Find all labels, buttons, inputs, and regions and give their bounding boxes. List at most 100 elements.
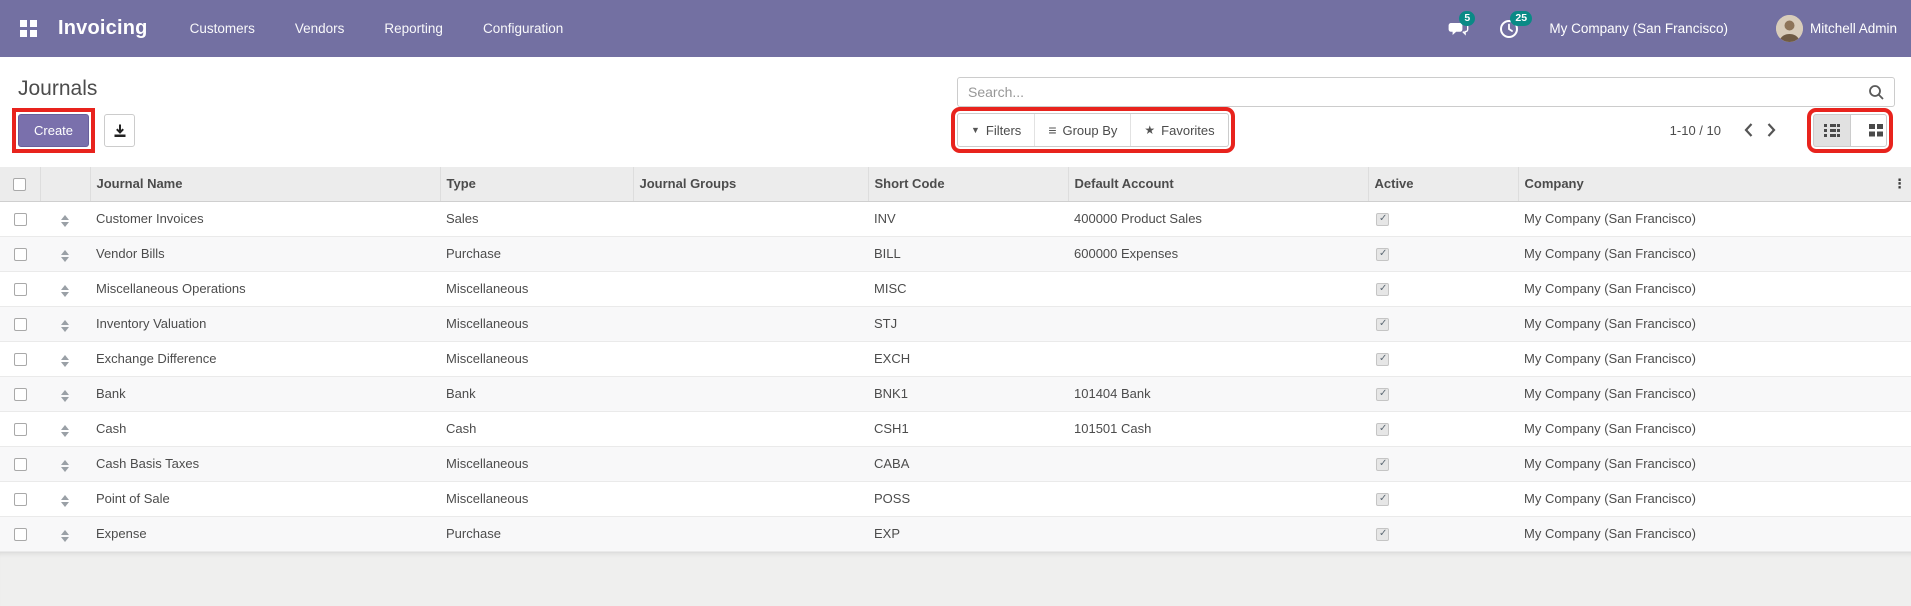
apps-grid-icon[interactable] <box>20 19 38 38</box>
kanban-view-button[interactable] <box>1850 113 1887 147</box>
cell-journal-groups[interactable] <box>633 481 868 517</box>
active-checkbox[interactable] <box>1376 213 1389 227</box>
drag-handle-icon[interactable] <box>59 248 71 264</box>
user-menu[interactable]: Mitchell Admin <box>1810 21 1897 36</box>
cell-short-code[interactable]: CSH1 <box>868 411 1068 447</box>
journal-row[interactable]: Customer Invoices Sales INV 400000 Produ… <box>0 201 1911 237</box>
cell-default-account[interactable]: 400000 Product Sales <box>1068 201 1368 237</box>
cell-type[interactable]: Miscellaneous <box>440 481 633 517</box>
journal-row[interactable]: Vendor Bills Purchase BILL 600000 Expens… <box>0 236 1911 272</box>
cell-journal-name[interactable]: Expense <box>90 516 440 552</box>
active-checkbox[interactable] <box>1376 353 1389 367</box>
nav-menu-configuration[interactable]: Configuration <box>463 0 583 57</box>
drag-handle-icon[interactable] <box>59 213 71 229</box>
cell-default-account[interactable]: 101404 Bank <box>1068 376 1368 412</box>
row-checkbox[interactable] <box>13 388 27 402</box>
active-checkbox[interactable] <box>1376 528 1389 542</box>
cell-type[interactable]: Cash <box>440 411 633 447</box>
pager-next-button[interactable] <box>1760 120 1783 140</box>
optional-columns-icon[interactable]: ⋮ <box>1893 177 1906 191</box>
nav-menu-customers[interactable]: Customers <box>170 0 275 57</box>
cell-journal-name[interactable]: Cash <box>90 411 440 447</box>
cell-company[interactable]: My Company (San Francisco) <box>1518 201 1911 237</box>
row-checkbox[interactable] <box>13 528 27 542</box>
cell-default-account[interactable] <box>1068 481 1368 517</box>
active-checkbox[interactable] <box>1376 388 1389 402</box>
active-checkbox[interactable] <box>1376 493 1389 507</box>
cell-type[interactable]: Purchase <box>440 236 633 272</box>
list-view-button[interactable] <box>1813 113 1850 147</box>
favorites-button[interactable]: ★ Favorites <box>1130 114 1227 146</box>
row-checkbox[interactable] <box>13 493 27 507</box>
cell-company[interactable]: My Company (San Francisco) <box>1518 236 1911 272</box>
nav-menu-vendors[interactable]: Vendors <box>275 0 365 57</box>
cell-journal-name[interactable]: Cash Basis Taxes <box>90 446 440 482</box>
cell-short-code[interactable]: STJ <box>868 306 1068 342</box>
row-checkbox[interactable] <box>13 458 27 472</box>
cell-company[interactable]: My Company (San Francisco) <box>1518 271 1911 307</box>
cell-type[interactable]: Bank <box>440 376 633 412</box>
cell-company[interactable]: My Company (San Francisco) <box>1518 446 1911 482</box>
journal-row[interactable]: Cash Cash CSH1 101501 Cash My Company (S… <box>0 411 1911 447</box>
cell-journal-groups[interactable] <box>633 376 868 412</box>
cell-journal-name[interactable]: Customer Invoices <box>90 201 440 237</box>
search-icon[interactable] <box>1868 84 1885 101</box>
cell-short-code[interactable]: BNK1 <box>868 376 1068 412</box>
cell-company[interactable]: My Company (San Francisco) <box>1518 341 1911 377</box>
drag-handle-icon[interactable] <box>59 423 71 439</box>
row-checkbox[interactable] <box>13 423 27 437</box>
app-brand[interactable]: Invoicing <box>58 17 148 40</box>
select-all-checkbox[interactable] <box>13 178 27 192</box>
cell-type[interactable]: Purchase <box>440 516 633 552</box>
active-checkbox[interactable] <box>1376 283 1389 297</box>
drag-handle-icon[interactable] <box>59 458 71 474</box>
column-header-company[interactable]: Company <box>1518 167 1911 202</box>
row-checkbox[interactable] <box>13 353 27 367</box>
cell-company[interactable]: My Company (San Francisco) <box>1518 481 1911 517</box>
cell-company[interactable]: My Company (San Francisco) <box>1518 376 1911 412</box>
cell-journal-groups[interactable] <box>633 306 868 342</box>
cell-type[interactable]: Miscellaneous <box>440 341 633 377</box>
journal-row[interactable]: Miscellaneous Operations Miscellaneous M… <box>0 271 1911 307</box>
cell-type[interactable]: Miscellaneous <box>440 306 633 342</box>
cell-journal-groups[interactable] <box>633 341 868 377</box>
cell-short-code[interactable]: CABA <box>868 446 1068 482</box>
row-checkbox[interactable] <box>13 213 27 227</box>
nav-menu-reporting[interactable]: Reporting <box>364 0 463 57</box>
cell-default-account[interactable]: 101501 Cash <box>1068 411 1368 447</box>
drag-handle-icon[interactable] <box>59 388 71 404</box>
cell-journal-groups[interactable] <box>633 516 868 552</box>
cell-type[interactable]: Miscellaneous <box>440 271 633 307</box>
export-button[interactable] <box>104 114 135 147</box>
drag-handle-icon[interactable] <box>59 528 71 544</box>
cell-default-account[interactable] <box>1068 271 1368 307</box>
active-checkbox[interactable] <box>1376 318 1389 332</box>
cell-type[interactable]: Sales <box>440 201 633 237</box>
activities-icon[interactable]: 25 <box>1499 10 1533 39</box>
filters-button[interactable]: ▼ Filters <box>958 114 1034 146</box>
cell-default-account[interactable] <box>1068 341 1368 377</box>
drag-handle-icon[interactable] <box>59 493 71 509</box>
pager-previous-button[interactable] <box>1737 120 1760 140</box>
drag-handle-icon[interactable] <box>59 283 71 299</box>
row-checkbox[interactable] <box>13 318 27 332</box>
messages-icon[interactable]: 5 <box>1448 10 1476 39</box>
cell-journal-name[interactable]: Bank <box>90 376 440 412</box>
cell-journal-name[interactable]: Miscellaneous Operations <box>90 271 440 307</box>
cell-journal-name[interactable]: Exchange Difference <box>90 341 440 377</box>
column-header-type[interactable]: Type <box>440 167 634 202</box>
cell-short-code[interactable]: MISC <box>868 271 1068 307</box>
column-header-short-code[interactable]: Short Code <box>868 167 1069 202</box>
cell-default-account[interactable]: 600000 Expenses <box>1068 236 1368 272</box>
journal-row[interactable]: Bank Bank BNK1 101404 Bank My Company (S… <box>0 376 1911 412</box>
cell-company[interactable]: My Company (San Francisco) <box>1518 306 1911 342</box>
group-by-button[interactable]: ≡ Group By <box>1034 114 1130 146</box>
cell-journal-groups[interactable] <box>633 236 868 272</box>
user-avatar[interactable] <box>1775 15 1803 42</box>
column-header-active[interactable]: Active <box>1368 167 1519 202</box>
journal-row[interactable]: Exchange Difference Miscellaneous EXCH M… <box>0 341 1911 377</box>
cell-journal-name[interactable]: Inventory Valuation <box>90 306 440 342</box>
column-header-default-account[interactable]: Default Account <box>1068 167 1369 202</box>
cell-journal-groups[interactable] <box>633 446 868 482</box>
cell-company[interactable]: My Company (San Francisco) <box>1518 411 1911 447</box>
